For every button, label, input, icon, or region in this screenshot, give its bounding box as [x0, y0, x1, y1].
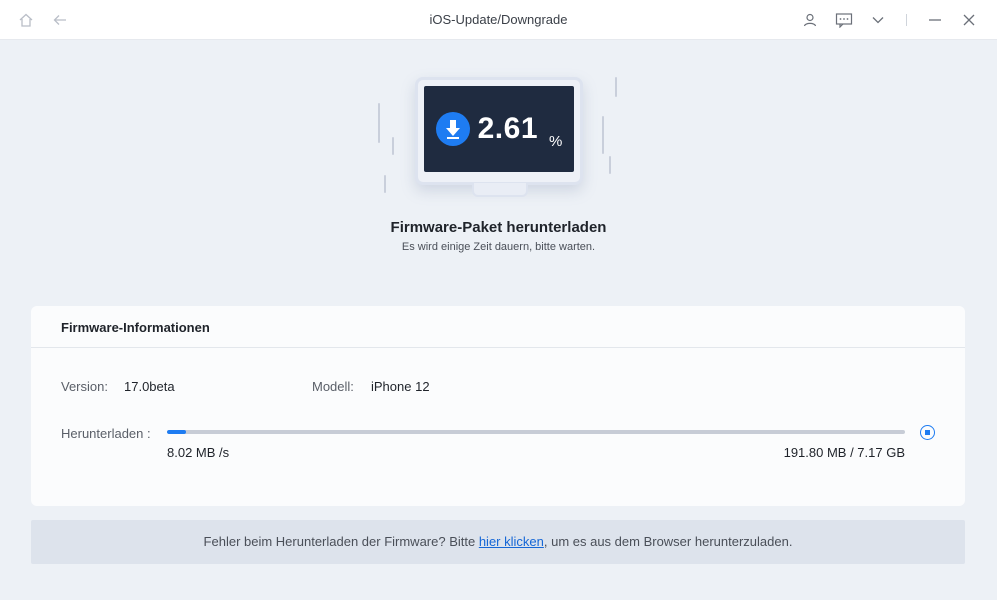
back-arrow-icon[interactable]	[50, 10, 70, 30]
decorative-line	[392, 137, 394, 155]
card-title: Firmware-Informationen	[61, 320, 210, 335]
download-speed: 8.02 MB /s	[167, 445, 230, 460]
chevron-down-icon[interactable]	[868, 10, 888, 30]
stop-icon	[925, 430, 930, 435]
monitor-graphic: 2.61 %	[415, 77, 583, 185]
title-bar: iOS-Update/Downgrade	[0, 0, 997, 40]
message-icon[interactable]	[834, 10, 854, 30]
stop-download-button[interactable]	[920, 425, 935, 440]
decorative-line	[384, 175, 386, 193]
download-percent: 2.61	[477, 112, 539, 145]
minimize-icon[interactable]	[925, 10, 945, 30]
download-progress-bar	[167, 430, 905, 434]
model-value: iPhone 12	[371, 379, 430, 394]
browser-download-link[interactable]: hier klicken	[479, 534, 544, 549]
monitor-screen: 2.61 %	[424, 86, 574, 172]
download-label: Herunterladen :	[61, 426, 151, 441]
download-size: 191.80 MB / 7.17 GB	[783, 445, 905, 460]
close-icon[interactable]	[959, 10, 979, 30]
model-label: Modell:	[312, 379, 354, 394]
decorative-line	[602, 116, 604, 154]
download-illustration: 2.61 %	[370, 70, 630, 210]
help-banner: Fehler beim Herunterladen der Firmware? …	[31, 520, 965, 564]
percent-sign: %	[549, 133, 563, 150]
titlebar-separator	[906, 14, 907, 26]
firmware-info-card: Firmware-Informationen Version: 17.0beta…	[31, 306, 965, 506]
decorative-line	[615, 77, 617, 97]
version-value: 17.0beta	[124, 379, 175, 394]
card-divider	[31, 347, 965, 348]
page-title: Firmware-Paket herunterladen	[390, 219, 607, 236]
decorative-line	[378, 103, 380, 143]
decorative-line	[609, 156, 611, 174]
home-icon[interactable]	[16, 10, 36, 30]
download-arrow-icon	[435, 112, 470, 146]
version-label: Version:	[61, 379, 108, 394]
download-progress-fill	[167, 430, 187, 434]
user-icon[interactable]	[800, 10, 820, 30]
help-text-suffix: , um es aus dem Browser herunterzuladen.	[543, 534, 793, 549]
monitor-stand	[472, 183, 528, 197]
page-subtitle: Es wird einige Zeit dauern, bitte warten…	[401, 241, 596, 253]
help-text-prefix: Fehler beim Herunterladen der Firmware? …	[203, 534, 479, 549]
